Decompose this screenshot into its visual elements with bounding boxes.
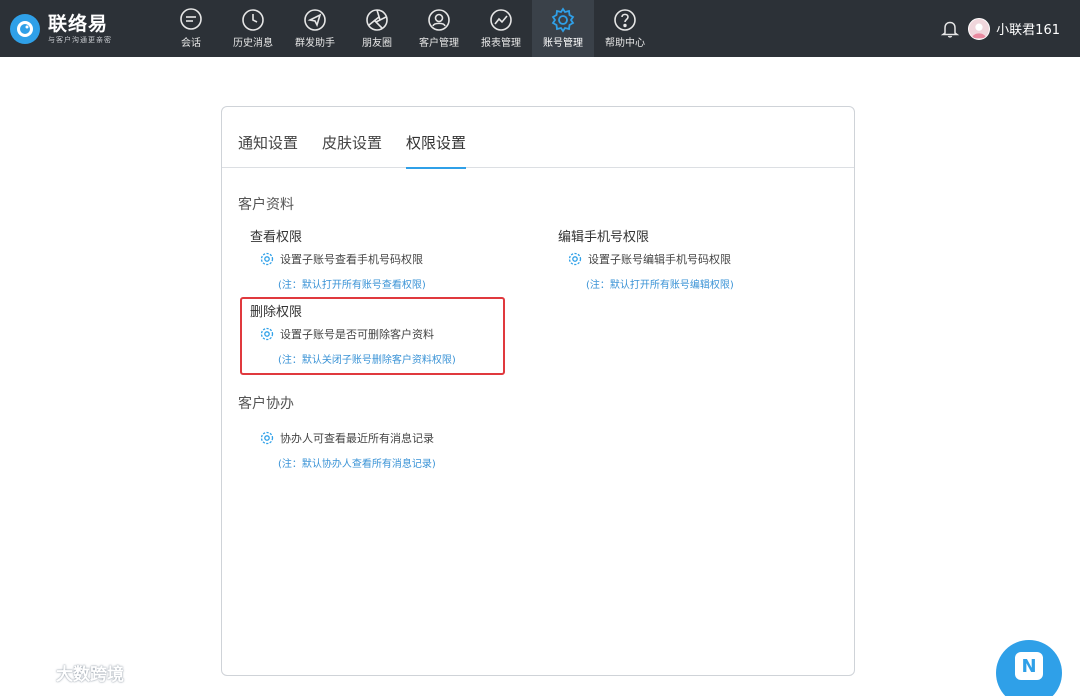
nav-item-history[interactable]: 历史消息 — [222, 0, 284, 57]
gear-icon — [260, 431, 274, 445]
aperture-icon — [364, 7, 390, 33]
gear-icon — [568, 252, 582, 266]
nav-item-customers[interactable]: 客户管理 — [408, 0, 470, 57]
edit-phone-permission-setting[interactable]: 设置子账号编辑手机号码权限 — [568, 251, 731, 267]
setting-label[interactable]: 协办人可查看最近所有消息记录 — [280, 430, 434, 446]
nav-label: 会话 — [181, 38, 201, 49]
gear-icon — [550, 7, 576, 33]
gear-icon — [260, 327, 274, 341]
delete-permission-note: (注：默认关闭子账号删除客户资料权限) — [278, 355, 456, 366]
nav-item-reports[interactable]: 报表管理 — [470, 0, 532, 57]
floating-help-button[interactable]: N — [996, 640, 1062, 696]
nav-label: 帮助中心 — [605, 38, 645, 49]
nav-item-broadcast[interactable]: 群发助手 — [284, 0, 346, 57]
user-circle-icon — [426, 7, 452, 33]
main-nav: 会话 历史消息 群发助手 朋友圈 客户管理 报表管理 账号管理 帮助中心 — [160, 0, 656, 57]
nav-item-help[interactable]: 帮助中心 — [594, 0, 656, 57]
nav-item-account[interactable]: 账号管理 — [532, 0, 594, 57]
bell-icon[interactable] — [940, 19, 960, 39]
section-title-customer-info: 客户资料 — [238, 197, 294, 213]
tab-notification-settings[interactable]: 通知设置 — [238, 107, 298, 168]
paper-plane-icon — [302, 7, 328, 33]
nav-label: 账号管理 — [543, 38, 583, 49]
question-icon — [612, 7, 638, 33]
nav-label: 历史消息 — [233, 38, 273, 49]
watermark-text: 大数跨境 — [56, 665, 124, 685]
collab-setting[interactable]: 协办人可查看最近所有消息记录 — [260, 430, 434, 446]
chat-bubble-icon — [178, 7, 204, 33]
nav-label: 客户管理 — [419, 38, 459, 49]
user-name[interactable]: 小联君161 — [996, 19, 1060, 38]
setting-label[interactable]: 设置子账号查看手机号码权限 — [280, 251, 423, 267]
avatar[interactable] — [968, 17, 991, 40]
nav-item-chat[interactable]: 会话 — [160, 0, 222, 57]
brand-slogan: 与客户沟通更亲密 — [48, 35, 112, 44]
tab-permission-settings[interactable]: 权限设置 — [406, 107, 467, 169]
section-title-collaboration: 客户协办 — [238, 396, 294, 412]
gear-icon — [260, 252, 274, 266]
user-area: 小联君161 — [940, 0, 1060, 57]
brand-name: 联络易 — [48, 12, 109, 35]
nav-item-moments[interactable]: 朋友圈 — [346, 0, 408, 57]
brand-logo-icon — [10, 13, 40, 44]
watermark-logo-icon — [8, 661, 52, 685]
view-permission-title: 查看权限 — [250, 230, 303, 245]
settings-panel: 通知设置 皮肤设置 权限设置 客户资料 查看权限 设置子账号查看手机号码权限 (… — [221, 106, 855, 676]
edit-phone-permission-note: (注：默认打开所有账号编辑权限) — [586, 280, 734, 291]
delete-permission-title: 删除权限 — [250, 305, 303, 320]
edit-phone-permission-title: 编辑手机号权限 — [558, 230, 650, 245]
nav-label: 报表管理 — [481, 38, 521, 49]
tab-skin-settings[interactable]: 皮肤设置 — [322, 107, 382, 168]
view-permission-setting[interactable]: 设置子账号查看手机号码权限 — [260, 251, 423, 267]
brand[interactable]: 联络易 与客户沟通更亲密 — [0, 0, 160, 57]
setting-label[interactable]: 设置子账号编辑手机号码权限 — [588, 251, 731, 267]
view-permission-note: (注：默认打开所有账号查看权限) — [278, 280, 426, 291]
delete-permission-setting[interactable]: 设置子账号是否可删除客户资料 — [260, 326, 434, 342]
settings-tabs: 通知设置 皮肤设置 权限设置 — [222, 107, 854, 169]
collab-note: (注：默认协办人查看所有消息记录) — [278, 459, 436, 470]
nav-label: 群发助手 — [295, 38, 335, 49]
n-logo-icon: N — [1015, 652, 1043, 680]
top-navigation-bar: 联络易 与客户沟通更亲密 会话 历史消息 群发助手 朋友圈 客户管理 报表管理 … — [0, 0, 1080, 57]
chart-icon — [488, 7, 514, 33]
nav-label: 朋友圈 — [362, 38, 392, 49]
clock-icon — [240, 7, 266, 33]
watermark: 大数跨境 — [8, 660, 124, 685]
setting-label[interactable]: 设置子账号是否可删除客户资料 — [280, 326, 434, 342]
